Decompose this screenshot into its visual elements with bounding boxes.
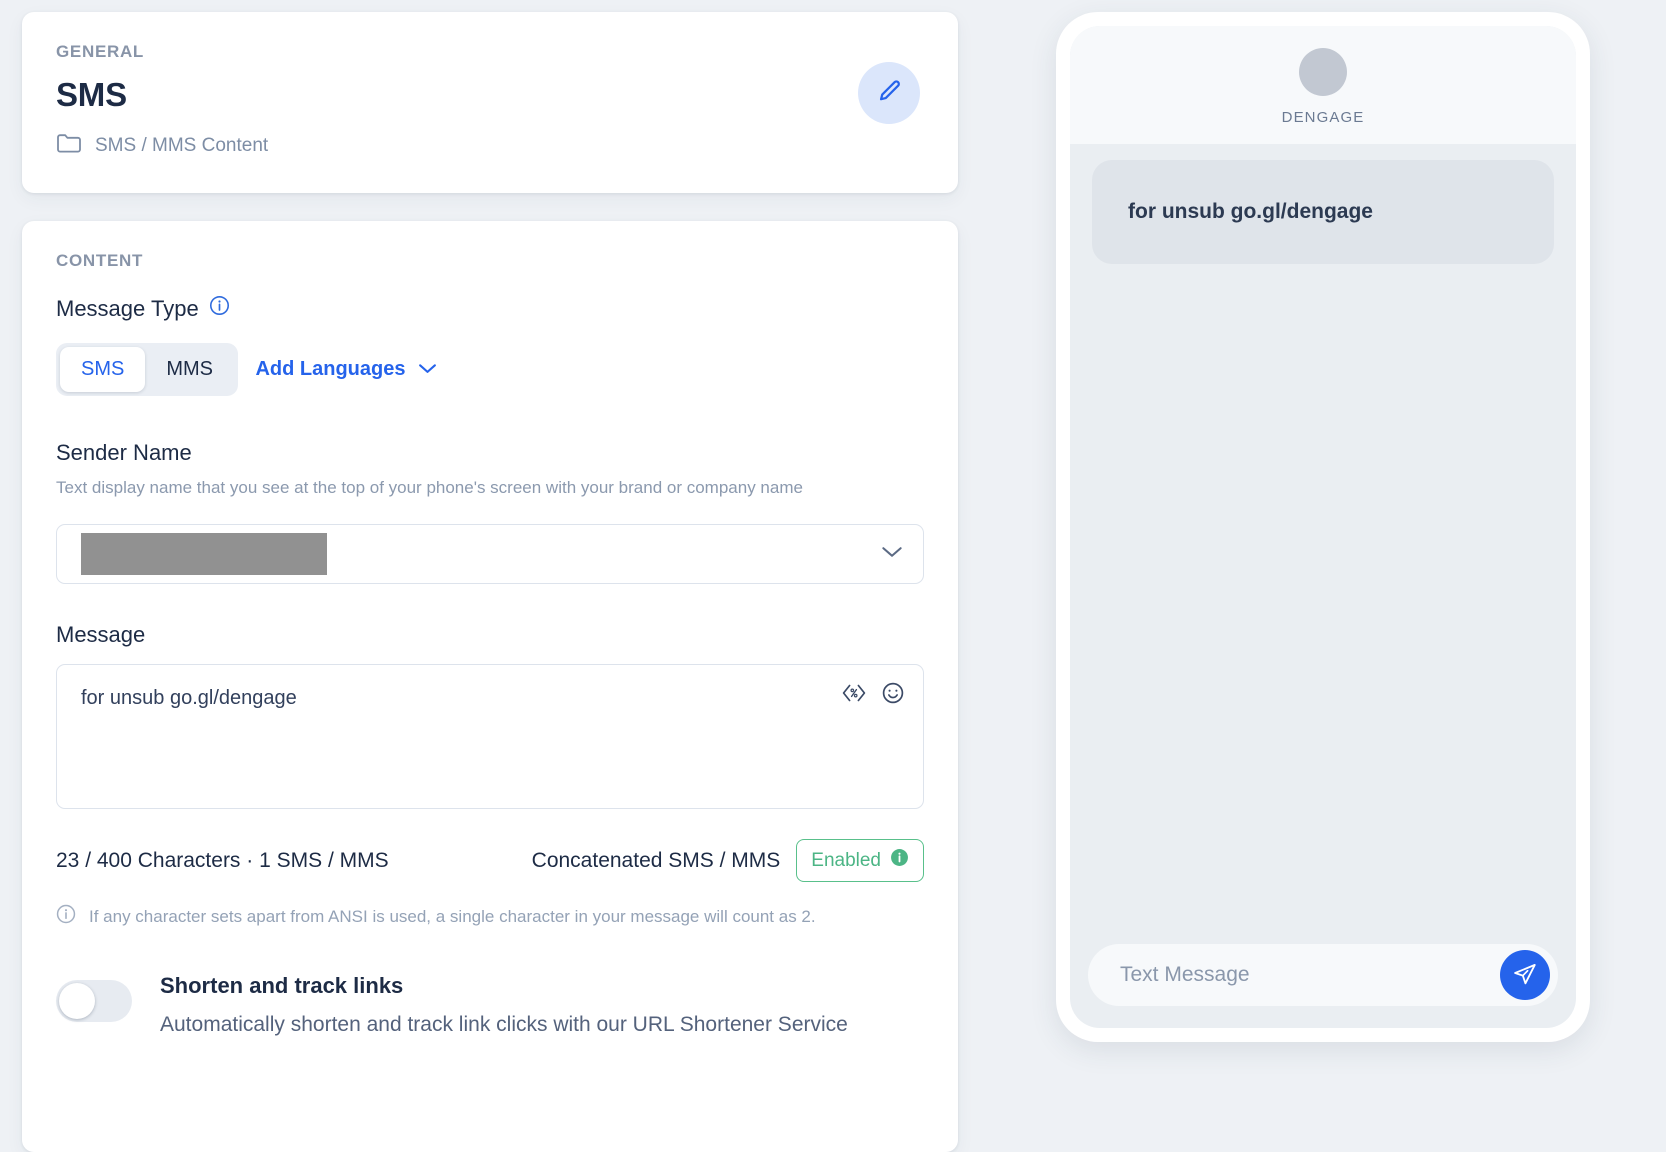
ansi-note-text: If any character sets apart from ANSI is… [89, 906, 816, 926]
info-icon[interactable] [209, 295, 230, 322]
message-type-segmented-control: SMS MMS [56, 343, 239, 396]
general-section-eyebrow: GENERAL [56, 42, 145, 61]
avatar [1299, 48, 1347, 96]
status-badge-label: Enabled [811, 849, 881, 871]
shorten-links-description: Automatically shorten and track link cli… [160, 1013, 848, 1036]
concatenated-group: Concatenated SMS / MMS Enabled [532, 839, 924, 882]
emoji-icon[interactable] [881, 681, 905, 705]
sms-content-editor-page: GENERAL SMS SMS / MMS Content CONTENT Me… [0, 0, 1666, 1152]
message-type-label: Message Type [56, 295, 199, 321]
phone-screen: DENGAGE for unsub go.gl/dengage Text Mes… [1070, 26, 1576, 1028]
message-toolbar [841, 681, 905, 705]
preview-sender-name: DENGAGE [1281, 109, 1365, 126]
chat-area: for unsub go.gl/dengage [1070, 144, 1576, 930]
counter-row: 23 / 400 Characters · 1 SMS / MMS Concat… [56, 839, 924, 882]
message-bubble-text: for unsub go.gl/dengage [1128, 200, 1373, 223]
content-card: CONTENT Message Type SMS MMS Add Languag… [22, 221, 958, 1152]
info-icon[interactable] [890, 848, 909, 873]
shorten-links-toggle[interactable] [56, 980, 132, 1022]
message-textarea[interactable]: for unsub go.gl/dengage [56, 664, 924, 809]
send-icon [1512, 961, 1538, 990]
page-title: SMS [56, 76, 127, 113]
edit-button[interactable] [858, 62, 920, 124]
message-type-option-sms[interactable]: SMS [60, 347, 146, 392]
sender-name-label: Sender Name [56, 440, 192, 465]
general-card: GENERAL SMS SMS / MMS Content [22, 12, 958, 193]
toggle-knob [59, 983, 95, 1019]
concatenated-label: Concatenated SMS / MMS [531, 848, 781, 872]
breadcrumb: SMS / MMS Content [56, 132, 924, 159]
insert-variable-icon[interactable] [841, 682, 867, 704]
preview-message-input[interactable]: Text Message [1088, 944, 1558, 1006]
message-type-option-mms[interactable]: MMS [145, 347, 234, 392]
shorten-links-text: Shorten and track links Automatically sh… [160, 973, 848, 1037]
message-type-label-row: Message Type [56, 295, 924, 322]
chevron-down-icon [881, 545, 903, 564]
chevron-down-icon [418, 358, 437, 381]
add-languages-label: Add Languages [255, 358, 406, 380]
character-counter: 23 / 400 Characters · 1 SMS / MMS [56, 848, 389, 872]
breadcrumb-label: SMS / MMS Content [95, 134, 269, 156]
shorten-links-row: Shorten and track links Automatically sh… [56, 973, 924, 1037]
sender-name-value-redacted [81, 533, 327, 575]
preview-input-placeholder: Text Message [1120, 963, 1250, 986]
status-badge: Enabled [796, 839, 924, 882]
left-panel: GENERAL SMS SMS / MMS Content CONTENT Me… [0, 0, 980, 1152]
folder-icon [56, 132, 82, 159]
add-languages-button[interactable]: Add Languages [242, 358, 437, 381]
phone-mockup: DENGAGE for unsub go.gl/dengage Text Mes… [1056, 12, 1590, 1042]
ansi-note-row: If any character sets apart from ANSI is… [56, 904, 924, 929]
phone-header: DENGAGE [1070, 26, 1576, 144]
info-icon [56, 904, 76, 929]
send-button[interactable] [1500, 950, 1550, 1000]
pencil-icon [875, 78, 903, 109]
message-bubble: for unsub go.gl/dengage [1092, 160, 1554, 264]
sender-name-select[interactable] [56, 524, 924, 584]
preview-panel: DENGAGE for unsub go.gl/dengage Text Mes… [980, 0, 1666, 1152]
message-label: Message [56, 622, 146, 647]
shorten-links-title: Shorten and track links [160, 973, 404, 998]
sender-name-helper: Text display name that you see at the to… [56, 478, 803, 497]
phone-footer: Text Message [1070, 930, 1576, 1028]
content-section-eyebrow: CONTENT [56, 251, 144, 270]
message-value: for unsub go.gl/dengage [81, 687, 297, 709]
